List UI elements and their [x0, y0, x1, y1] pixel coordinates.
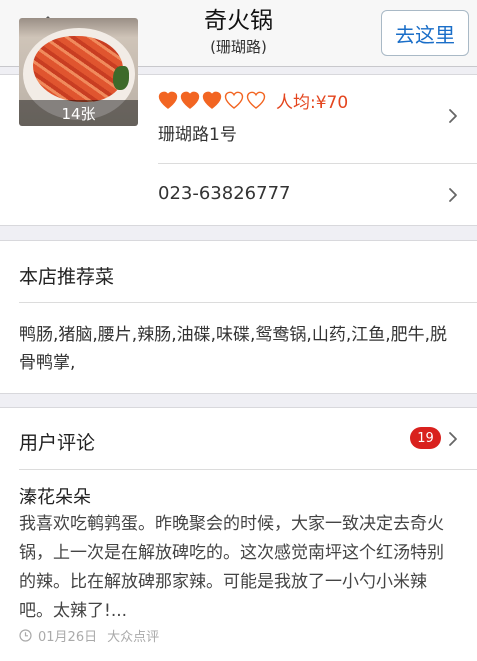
photo-garnish: [113, 66, 129, 90]
heart-empty-icon: [246, 91, 266, 109]
rating-row: 人均:¥70: [158, 88, 349, 113]
review-count-badge: 19: [410, 427, 441, 449]
recommended-dishes-list: 鸭肠,猪脑,腰片,辣肠,油碟,味碟,鸳鸯锅,山药,江鱼,肥牛,脱骨鸭掌,: [19, 325, 448, 373]
go-there-button[interactable]: 去这里: [381, 10, 469, 56]
shop-phone: 023-63826777: [158, 183, 291, 204]
divider: [158, 163, 477, 164]
phone-row[interactable]: 023-63826777: [158, 166, 477, 224]
review-meta: 01月26日 大众点评: [19, 626, 160, 645]
reviews-card: 用户评论 19 溱花朵朵 我喜欢吃鹌鹑蛋。昨晚聚会的时候，大家一致决定去奇火锅，…: [0, 407, 477, 661]
heart-empty-icon: [224, 91, 244, 109]
heart-filled-icon: [202, 91, 222, 109]
chevron-right-icon: [449, 109, 457, 123]
reviews-header[interactable]: 用户评论: [19, 428, 95, 455]
heart-filled-icon: [158, 91, 178, 109]
chevron-right-icon: [449, 188, 457, 202]
title-block: 奇火锅 (珊瑚路): [100, 5, 377, 57]
shop-photo[interactable]: 14张: [19, 18, 138, 126]
heart-filled-icon: [180, 91, 200, 109]
section-title: 本店推荐菜: [19, 266, 115, 288]
divider: [19, 302, 477, 303]
review-text[interactable]: 我喜欢吃鹌鹑蛋。昨晚聚会的时候，大家一致决定去奇火锅，上一次是在解放碑吃的。这次…: [19, 510, 459, 626]
address-row[interactable]: 珊瑚路1号: [158, 109, 477, 162]
shop-address: 珊瑚路1号: [158, 125, 237, 145]
rating-hearts: [158, 91, 266, 109]
page-subtitle: (珊瑚路): [210, 38, 267, 56]
divider: [19, 469, 477, 470]
recommended-dishes-card: 本店推荐菜 鸭肠,猪脑,腰片,辣肠,油碟,味碟,鸳鸯锅,山药,江鱼,肥牛,脱骨鸭…: [0, 240, 477, 394]
page-title: 奇火锅: [204, 8, 273, 34]
review-date: 01月26日: [38, 629, 98, 645]
review-source: 大众点评: [107, 629, 160, 645]
clock-icon: [19, 628, 32, 642]
review-author: 溱花朵朵: [19, 487, 91, 508]
chevron-right-icon[interactable]: [448, 431, 458, 447]
average-price: 人均:¥70: [276, 92, 349, 113]
photo-count: 14张: [19, 100, 138, 126]
